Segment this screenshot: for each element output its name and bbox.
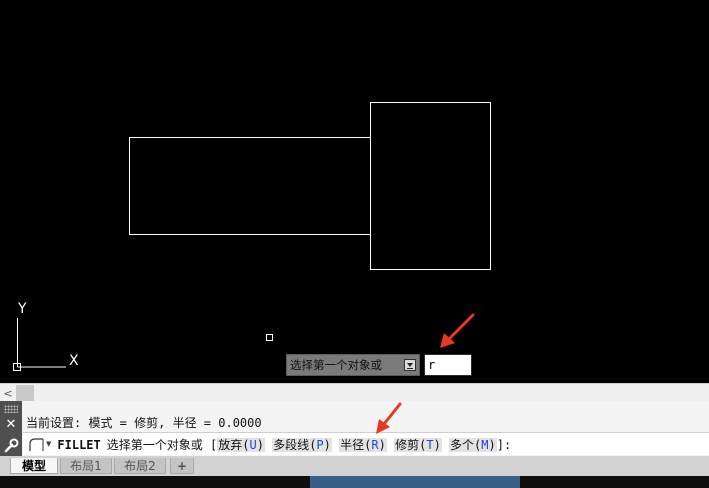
option-undo[interactable]: 放弃(U)	[217, 437, 265, 452]
tab-layout2[interactable]: 布局2	[114, 458, 166, 474]
tab-layout1[interactable]: 布局1	[60, 458, 112, 474]
wrench-icon[interactable]	[3, 438, 19, 454]
command-name: FILLET	[57, 437, 101, 452]
ucs-x-label: X	[69, 353, 79, 369]
fillet-icon[interactable]	[27, 436, 45, 452]
command-history-line: 当前设置: 模式 = 修剪, 半径 = 0.0000	[26, 416, 262, 430]
dropdown-arrow-icon[interactable]	[404, 359, 416, 371]
command-line-grip[interactable]: ✕	[0, 401, 22, 456]
command-prompt-text: FILLET 选择第一个对象或 [放弃(U) 多段线(P) 半径(R) 修剪(T)…	[57, 437, 512, 452]
rectangle-left[interactable]	[129, 137, 371, 235]
annotation-arrow-radius	[376, 402, 402, 434]
ucs-icon	[13, 318, 66, 371]
dynamic-input-field[interactable]: r	[424, 354, 472, 376]
scroll-left-icon[interactable]: <	[2, 386, 14, 400]
close-icon[interactable]: ✕	[4, 417, 18, 432]
chevron-down-icon[interactable]: ▼	[46, 440, 51, 448]
horizontal-scrollbar[interactable]: <	[0, 383, 709, 401]
dynamic-input-prompt-label: 选择第一个对象或	[290, 358, 382, 372]
ucs-y-label: Y	[17, 301, 27, 317]
tab-model[interactable]: 模型	[10, 458, 58, 474]
dynamic-input-prompt: 选择第一个对象或	[286, 354, 420, 376]
annotation-arrow-dynamic-input	[440, 313, 475, 348]
status-bar-highlight	[310, 476, 520, 488]
command-prompt: 选择第一个对象或	[106, 437, 203, 452]
drawing-svg[interactable]: Y X	[0, 0, 709, 383]
rectangle-right[interactable]	[370, 102, 491, 270]
scroll-thumb[interactable]	[16, 385, 34, 401]
option-multiple[interactable]: 多个(M)	[449, 437, 497, 452]
drawing-canvas[interactable]: Y X	[0, 0, 709, 383]
option-polyline[interactable]: 多段线(P)	[272, 437, 332, 452]
layout-tabs-bar: 模型 布局1 布局2 +	[0, 456, 709, 488]
drag-handle-icon[interactable]	[4, 405, 18, 413]
add-layout-button[interactable]: +	[170, 458, 194, 474]
pickbox-cursor	[266, 334, 273, 341]
